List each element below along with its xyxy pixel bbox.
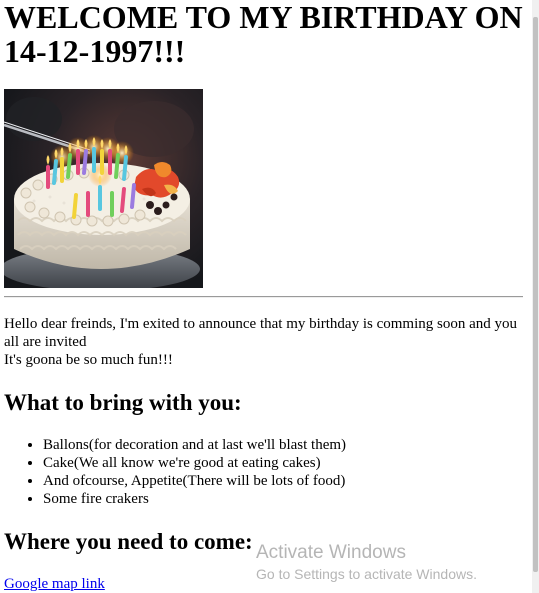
intro-paragraph: Hello dear freinds, I'm exited to announ… (4, 315, 529, 369)
list-item: Some fire crakers (43, 490, 346, 508)
vertical-scrollbar[interactable] (532, 0, 539, 593)
list-item: Cake(We all know we're good at eating ca… (43, 454, 346, 472)
horizontal-divider (4, 296, 523, 298)
bring-heading: What to bring with you: (4, 390, 242, 415)
where-heading: Where you need to come: (4, 529, 253, 554)
watermark-subtitle: Go to Settings to activate Windows. (256, 566, 477, 582)
scrollbar-thumb[interactable] (533, 17, 538, 572)
list-item: And ofcourse, Appetite(There will be lot… (43, 472, 346, 490)
bring-list: Ballons(for decoration and at last we'll… (4, 436, 346, 508)
list-item: Ballons(for decoration and at last we'll… (43, 436, 346, 454)
intro-line-2: It's goona be so much fun!!! (4, 352, 173, 368)
page-title: WELCOME TO MY BIRTHDAY ON 14-12-1997!!! (4, 0, 523, 69)
birthday-cake-image (4, 89, 203, 288)
intro-line-1: Hello dear freinds, I'm exited to announ… (4, 316, 518, 350)
google-map-link[interactable]: Google map link (4, 575, 105, 593)
page-content: WELCOME TO MY BIRTHDAY ON 14-12-1997!!! (0, 0, 532, 593)
